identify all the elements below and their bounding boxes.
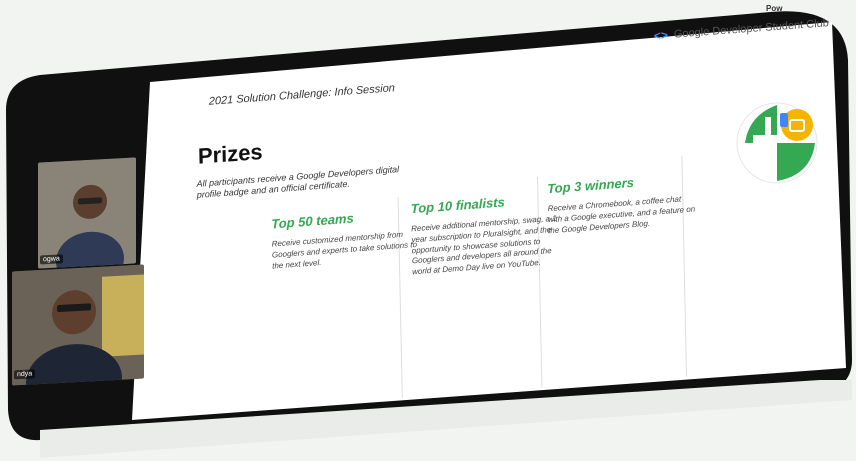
- participant-video-tile[interactable]: ndya: [12, 264, 144, 386]
- prize-description: Receive additional mentorship, swag, a 1…: [411, 213, 557, 277]
- participant-name-label: ndya: [14, 369, 36, 380]
- session-title: 2021 Solution Challenge: Info Session: [208, 82, 395, 108]
- prize-title: Top 3 winners: [547, 174, 635, 197]
- brand-text: Google Developer Student Club: [673, 17, 829, 41]
- slide-heading: Prizes: [197, 138, 263, 169]
- prize-description: Receive a Chromebook, a coffee chat with…: [547, 194, 696, 235]
- participant-name-label: ogwa: [40, 254, 63, 265]
- prize-column: Top 50 teams Receive customized mentorsh…: [271, 206, 422, 272]
- overlay-badge: Pow: [766, 4, 783, 13]
- prize-title: Top 50 teams: [271, 210, 354, 232]
- slide-intro: All participants receive a Google Develo…: [196, 164, 400, 201]
- participant-avatar: [38, 157, 136, 269]
- participant-video-tile[interactable]: ogwa: [38, 157, 136, 269]
- google-developers-chevron-icon: <>: [653, 27, 669, 44]
- brand-header: <> Google Developer Student Club: [654, 16, 829, 43]
- prize-title: Top 10 finalists: [410, 194, 505, 217]
- solution-challenge-logo-icon: [736, 102, 818, 184]
- prize-column: Top 3 winners Receive a Chromebook, a co…: [547, 170, 698, 236]
- participant-avatar: [12, 264, 144, 386]
- prize-column: Top 10 finalists Receive additional ment…: [411, 190, 562, 278]
- presentation-slide: 2021 Solution Challenge: Info Session <>…: [150, 9, 846, 420]
